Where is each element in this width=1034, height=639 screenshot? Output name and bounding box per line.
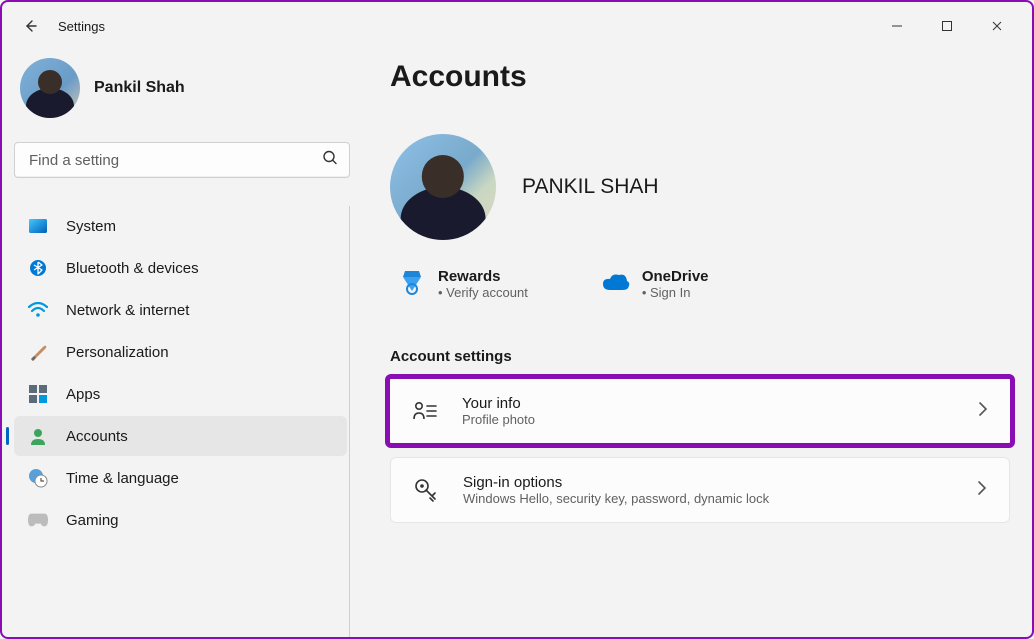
nav-label: Personalization: [66, 344, 169, 361]
sidebar: Pankil Shah System Bluetooth & devices N…: [2, 50, 362, 637]
search-input[interactable]: [14, 142, 350, 178]
rewards-icon: [398, 268, 426, 296]
search-icon: [322, 150, 338, 171]
card-title: Your info: [462, 395, 535, 412]
back-button[interactable]: [14, 10, 46, 42]
account-summary: Rewards Verify account OneDrive Sign In: [390, 268, 1010, 300]
gamepad-icon: [28, 510, 48, 530]
nav-label: System: [66, 218, 116, 235]
maximize-button[interactable]: [924, 10, 970, 42]
rewards-summary[interactable]: Rewards Verify account: [398, 268, 528, 300]
minimize-button[interactable]: [874, 10, 920, 42]
person-icon: [28, 426, 48, 446]
close-button[interactable]: [974, 10, 1020, 42]
paintbrush-icon: [28, 342, 48, 362]
sidebar-item-time-language[interactable]: Time & language: [14, 458, 347, 498]
window-title: Settings: [58, 19, 105, 34]
chevron-right-icon: [977, 481, 987, 500]
card-title: Sign-in options: [463, 474, 769, 491]
user-block[interactable]: Pankil Shah: [14, 54, 350, 138]
card-your-info[interactable]: Your info Profile photo: [390, 379, 1010, 443]
rewards-title: Rewards: [438, 268, 528, 285]
sidebar-item-accounts[interactable]: Accounts: [14, 416, 347, 456]
title-bar: Settings: [2, 2, 1032, 50]
chevron-right-icon: [978, 402, 988, 421]
nav-label: Gaming: [66, 512, 119, 529]
sidebar-item-bluetooth[interactable]: Bluetooth & devices: [14, 248, 347, 288]
bluetooth-icon: [28, 258, 48, 278]
sidebar-item-apps[interactable]: Apps: [14, 374, 347, 414]
nav-label: Network & internet: [66, 302, 189, 319]
key-icon: [413, 477, 439, 503]
system-icon: [28, 216, 48, 236]
selection-indicator: [6, 427, 9, 445]
card-sign-in-options[interactable]: Sign-in options Windows Hello, security …: [390, 457, 1010, 523]
window-controls: [874, 10, 1020, 42]
globe-clock-icon: [28, 468, 48, 488]
card-sub: Profile photo: [462, 412, 535, 427]
nav-label: Apps: [66, 386, 100, 403]
rewards-sub: Verify account: [438, 285, 528, 300]
your-info-icon: [412, 398, 438, 424]
sidebar-item-system[interactable]: System: [14, 206, 347, 246]
nav-label: Bluetooth & devices: [66, 260, 199, 277]
nav: System Bluetooth & devices Network & int…: [14, 206, 350, 637]
search-box: [14, 142, 350, 178]
cloud-icon: [602, 268, 630, 296]
onedrive-title: OneDrive: [642, 268, 709, 285]
profile-header: PANKIL SHAH: [390, 134, 1010, 240]
nav-label: Time & language: [66, 470, 179, 487]
back-arrow-icon: [22, 18, 38, 34]
section-heading: Account settings: [390, 348, 1010, 365]
avatar: [20, 58, 80, 118]
user-display-name: Pankil Shah: [94, 79, 185, 97]
main-content: Accounts PANKIL SHAH Rewards Verify acco…: [362, 50, 1032, 637]
profile-display-name: PANKIL SHAH: [522, 175, 659, 199]
sidebar-item-network[interactable]: Network & internet: [14, 290, 347, 330]
onedrive-sub: Sign In: [642, 285, 709, 300]
profile-avatar[interactable]: [390, 134, 496, 240]
onedrive-summary[interactable]: OneDrive Sign In: [602, 268, 709, 300]
page-title: Accounts: [390, 60, 1010, 94]
nav-label: Accounts: [66, 428, 128, 445]
apps-icon: [28, 384, 48, 404]
sidebar-item-gaming[interactable]: Gaming: [14, 500, 347, 540]
highlight-box: Your info Profile photo: [385, 374, 1015, 448]
card-sub: Windows Hello, security key, password, d…: [463, 491, 769, 506]
wifi-icon: [28, 300, 48, 320]
sidebar-item-personalization[interactable]: Personalization: [14, 332, 347, 372]
